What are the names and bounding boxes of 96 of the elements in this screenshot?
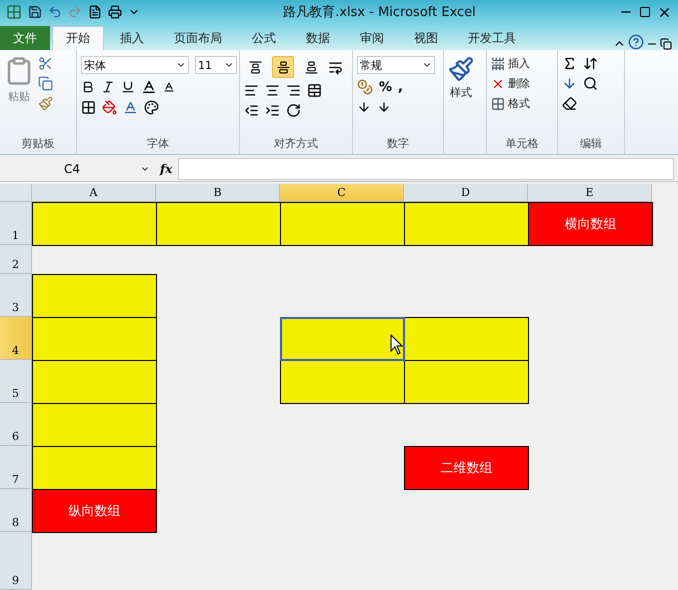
column-header[interactable]: C — [280, 184, 404, 202]
paintbrush-icon[interactable] — [38, 96, 53, 111]
row-header[interactable]: 4 — [0, 317, 32, 360]
borders-icon[interactable] — [81, 100, 96, 115]
row-header[interactable]: 2 — [0, 245, 32, 274]
group-label: 字体 — [146, 136, 170, 152]
row-header[interactable]: 6 — [0, 403, 32, 446]
wrap-text-icon[interactable] — [328, 60, 343, 74]
mouse-pointer-icon — [390, 334, 404, 356]
sort-filter-icon[interactable] — [583, 56, 598, 71]
undo-icon[interactable] — [48, 5, 62, 19]
help-icon[interactable] — [628, 34, 644, 50]
maximize-icon[interactable] — [639, 6, 651, 18]
window-title: 路凡教育.xlsx - Microsoft Excel — [282, 4, 477, 21]
group-label: 单元格 — [504, 136, 540, 152]
group-label: 编辑 — [579, 136, 603, 152]
copy-icon[interactable] — [38, 76, 53, 91]
filled-cell[interactable] — [32, 403, 157, 447]
indent-decrease-icon[interactable] — [244, 103, 259, 118]
group-label: 剪贴板 — [20, 136, 56, 152]
italic-icon[interactable] — [101, 80, 115, 94]
underline-icon[interactable] — [121, 80, 135, 94]
font-size-field[interactable]: 11 — [195, 56, 237, 74]
eraser-icon[interactable] — [562, 96, 577, 111]
column-header[interactable]: A — [32, 184, 156, 202]
filled-cell[interactable] — [280, 360, 405, 404]
number-format-field[interactable]: 常规 — [357, 56, 435, 74]
align-right-icon[interactable] — [286, 83, 301, 98]
filled-cell[interactable] — [404, 360, 529, 404]
percent-button[interactable]: % — [379, 80, 392, 94]
table-icon — [491, 56, 505, 70]
file-tab[interactable]: 文件 — [0, 26, 50, 50]
align-icon — [304, 60, 318, 74]
group-label: 数字 — [386, 136, 410, 152]
column-header[interactable]: E — [528, 184, 652, 202]
row-header[interactable]: 9 — [0, 532, 32, 590]
filled-cell[interactable] — [280, 202, 405, 246]
group-label: 对齐方式 — [273, 136, 319, 152]
cells-button[interactable]: 删除 — [491, 76, 530, 91]
column-header[interactable]: B — [156, 184, 280, 202]
name-box[interactable]: C4 — [4, 160, 154, 178]
font-name-field[interactable]: 宋体 — [81, 56, 189, 74]
fill-color-icon[interactable] — [102, 100, 117, 115]
row-header[interactable]: 7 — [0, 446, 32, 489]
filled-cell[interactable] — [404, 317, 529, 361]
column-header[interactable]: D — [404, 184, 528, 202]
comma-button[interactable]: , — [398, 80, 403, 94]
labeled-cell[interactable]: 纵向数组 — [32, 489, 157, 533]
filled-cell[interactable] — [280, 317, 405, 361]
indent-increase-icon[interactable] — [265, 103, 280, 118]
excel-logo-icon — [6, 4, 22, 20]
filled-cell[interactable] — [32, 317, 157, 361]
currency-icon[interactable] — [357, 79, 373, 95]
cells-button[interactable]: 插入 — [491, 56, 530, 71]
row-header[interactable]: 3 — [0, 274, 32, 317]
bold-icon[interactable] — [81, 80, 95, 94]
printer-icon[interactable] — [108, 5, 122, 19]
ribbon-tab[interactable]: 页面布局 — [160, 26, 236, 50]
styles-button[interactable]: 样式 — [448, 56, 474, 154]
fill-down-icon[interactable] — [562, 76, 577, 91]
document-icon[interactable] — [88, 5, 102, 19]
filled-cell[interactable] — [32, 274, 157, 318]
table-icon — [491, 96, 505, 110]
paintbrush-icon — [448, 56, 474, 82]
vertical-align-button[interactable] — [272, 56, 294, 78]
filled-cell[interactable] — [32, 360, 157, 404]
save-icon[interactable] — [28, 5, 42, 19]
row-header[interactable]: 5 — [0, 360, 32, 403]
filled-cell[interactable] — [404, 202, 529, 246]
ribbon-tab[interactable]: 插入 — [106, 26, 158, 50]
ribbon-tab[interactable]: 公式 — [238, 26, 290, 50]
restore-icon[interactable] — [660, 38, 672, 50]
ribbon-tab[interactable]: 开始 — [52, 26, 104, 50]
align-center-icon[interactable] — [265, 83, 280, 98]
sum-icon[interactable] — [562, 56, 577, 71]
paste-button[interactable]: 粘贴 — [4, 56, 34, 136]
align-left-icon[interactable] — [244, 83, 259, 98]
font-color-icon[interactable] — [123, 100, 138, 115]
cells-button[interactable]: 格式 — [491, 96, 530, 111]
ribbon-tab[interactable]: 数据 — [292, 26, 344, 50]
find-icon[interactable] — [583, 76, 598, 91]
ribbon-tab[interactable]: 审阅 — [346, 26, 398, 50]
row-header[interactable]: 1 — [0, 202, 32, 245]
align-icon — [276, 60, 290, 74]
function-button[interactable]: fx — [160, 162, 172, 176]
formula-field[interactable] — [178, 158, 674, 180]
labeled-cell[interactable]: 横向数组 — [528, 202, 653, 246]
filled-cell[interactable] — [32, 446, 157, 490]
align-icon — [248, 60, 262, 74]
scissors-icon[interactable] — [38, 56, 53, 71]
ribbon-tab[interactable]: 开发工具 — [454, 26, 530, 50]
filled-cell[interactable] — [156, 202, 281, 246]
filled-cell[interactable] — [32, 202, 157, 246]
row-header[interactable]: 8 — [0, 489, 32, 532]
labeled-cell[interactable]: 二维数组 — [404, 446, 529, 490]
ribbon-tab[interactable]: 视图 — [400, 26, 452, 50]
